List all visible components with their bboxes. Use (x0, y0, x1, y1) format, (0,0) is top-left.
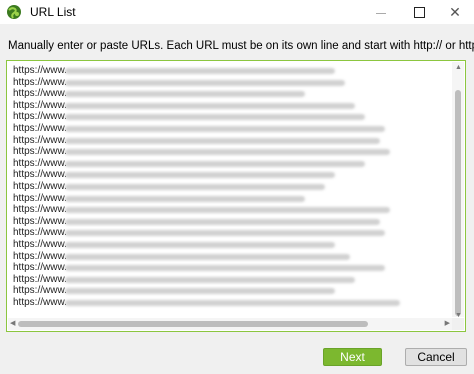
redacted-url-text (65, 102, 355, 109)
url-line: https://www. (13, 146, 448, 158)
url-line: https://www. (13, 285, 448, 297)
next-button[interactable]: Next (323, 348, 382, 366)
url-line: https://www. (13, 251, 448, 263)
url-line: https://www. (13, 77, 448, 89)
url-prefix: https://www. (13, 273, 67, 285)
url-line: https://www. (13, 135, 448, 147)
url-prefix: https://www. (13, 296, 67, 308)
url-line: https://www. (13, 169, 448, 181)
maximize-button[interactable] (400, 0, 438, 24)
app-globe-icon (7, 5, 21, 19)
horizontal-scrollbar[interactable]: ◀ ▶ (8, 318, 452, 330)
redacted-url-text (65, 114, 365, 121)
url-prefix: https://www. (13, 250, 67, 262)
redacted-url-text (65, 195, 305, 202)
title-bar: URL List ✕ (0, 0, 474, 24)
vertical-scrollbar[interactable]: ▲ ▼ (452, 62, 464, 319)
close-icon: ✕ (449, 3, 461, 20)
redacted-url-text (65, 149, 390, 156)
redacted-url-text (65, 253, 350, 260)
minimize-button[interactable] (362, 0, 400, 24)
url-prefix: https://www. (13, 238, 67, 250)
url-line: https://www. (13, 274, 448, 286)
url-line: https://www. (13, 216, 448, 228)
url-line: https://www. (13, 239, 448, 251)
instruction-text: Manually enter or paste URLs. Each URL m… (8, 40, 474, 52)
url-line: https://www. (13, 181, 448, 193)
scrollbar-corner (452, 318, 464, 330)
url-line: https://www. (13, 111, 448, 123)
redacted-url-text (65, 241, 335, 248)
redacted-url-text (65, 230, 385, 237)
redacted-url-text (65, 91, 305, 98)
url-lines: https://www. https://www. https://www. http… (13, 65, 448, 315)
redacted-url-text (65, 218, 380, 225)
vertical-scroll-thumb[interactable] (455, 90, 461, 316)
url-line: https://www. (13, 193, 448, 205)
url-line: https://www. (13, 262, 448, 274)
window-title: URL List (30, 5, 76, 19)
url-prefix: https://www. (13, 180, 67, 192)
url-line: https://www. (13, 88, 448, 100)
cancel-button[interactable]: Cancel (405, 348, 467, 366)
redacted-url-text (65, 265, 385, 272)
url-prefix: https://www. (13, 146, 67, 158)
horizontal-scroll-thumb[interactable] (18, 321, 368, 327)
url-prefix: https://www. (13, 157, 67, 169)
close-button[interactable]: ✕ (436, 0, 474, 24)
url-line: https://www. (13, 100, 448, 112)
redacted-url-text (65, 172, 335, 179)
minimize-icon (376, 12, 386, 14)
redacted-url-text (65, 183, 325, 190)
url-prefix: https://www. (13, 88, 67, 100)
maximize-icon (413, 6, 425, 18)
url-prefix: https://www. (13, 215, 67, 227)
url-prefix: https://www. (13, 169, 67, 181)
scroll-left-icon[interactable]: ◀ (10, 319, 15, 327)
redacted-url-text (65, 299, 400, 306)
url-prefix: https://www. (13, 134, 67, 146)
url-prefix: https://www. (13, 76, 67, 88)
url-prefix: https://www. (13, 285, 67, 297)
url-prefix: https://www. (13, 111, 67, 123)
url-prefix: https://www. (13, 99, 67, 111)
url-line: https://www. (13, 204, 448, 216)
url-prefix: https://www. (13, 262, 67, 274)
url-textarea[interactable]: https://www. https://www. https://www. http… (6, 60, 466, 332)
url-prefix: https://www. (13, 227, 67, 239)
url-prefix: https://www. (13, 204, 67, 216)
url-line: https://www. (13, 297, 448, 309)
redacted-url-text (65, 288, 335, 295)
url-line: https://www. (13, 65, 448, 77)
redacted-url-text (65, 68, 335, 74)
redacted-url-text (65, 207, 390, 214)
url-prefix: https://www. (13, 65, 67, 76)
redacted-url-text (65, 125, 385, 132)
redacted-url-text (65, 79, 345, 86)
scroll-up-icon[interactable]: ▲ (455, 64, 462, 71)
url-prefix: https://www. (13, 122, 67, 134)
scroll-right-icon[interactable]: ▶ (445, 319, 450, 327)
url-line: https://www. (13, 227, 448, 239)
url-prefix: https://www. (13, 192, 67, 204)
redacted-url-text (65, 276, 355, 283)
url-line: https://www. (13, 123, 448, 135)
redacted-url-text (65, 160, 365, 167)
url-line: https://www. (13, 158, 448, 170)
url-list-dialog: URL List ✕ Manually enter or paste URLs.… (0, 0, 474, 374)
redacted-url-text (65, 137, 380, 144)
